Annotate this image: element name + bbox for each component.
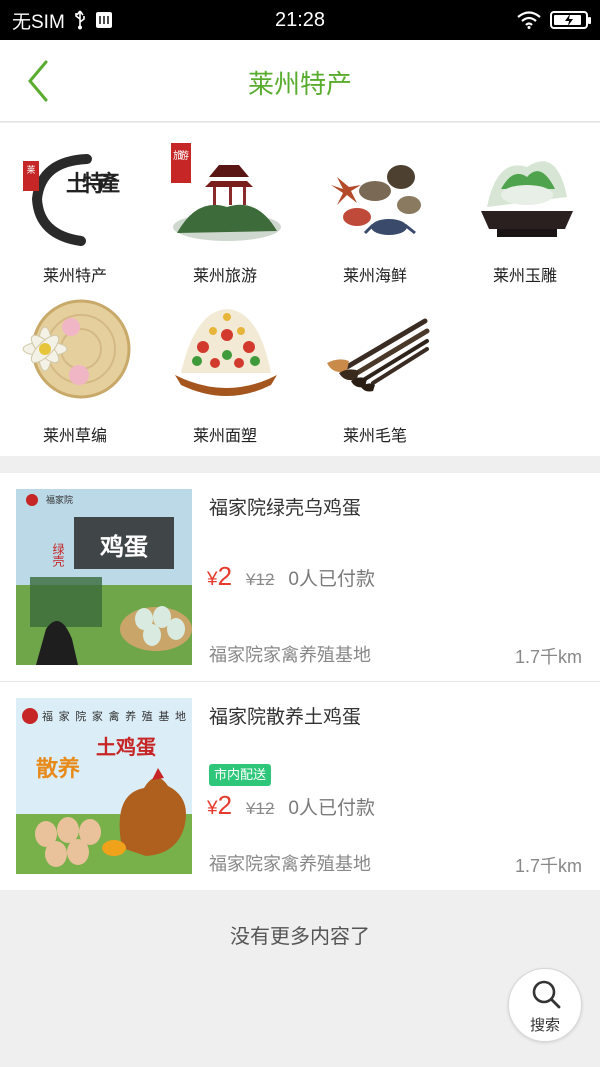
thumb-title: 土鸡蛋 <box>96 735 156 759</box>
egg-product-image: 福家院家禽养殖基地 土鸡蛋 散养 <box>16 698 192 874</box>
product-card[interactable]: 福家院家禽养殖基地 土鸡蛋 散养 福家院散养土鸡蛋 市内配送 ¥2 ¥12 0人… <box>0 682 600 890</box>
usb-icon <box>74 10 85 30</box>
category-tech[interactable]: 莱 土特產 莱州特产 <box>0 123 150 285</box>
thumb-badge: 绿壳 <box>51 542 65 568</box>
category-label: 莱州面塑 <box>192 428 257 445</box>
price-value: 2 <box>217 561 233 591</box>
currency-symbol: ¥ <box>207 798 218 819</box>
category-jade[interactable]: 莱州玉雕 <box>450 123 600 285</box>
seal-text: 莱 <box>26 164 35 176</box>
nav-header: 莱州特产 <box>0 40 600 122</box>
product-thumbnail: 福家院家禽养殖基地 土鸡蛋 散养 <box>16 698 192 874</box>
search-icon <box>532 980 561 1009</box>
brushes-image <box>327 318 430 392</box>
original-price: ¥12 <box>246 799 275 818</box>
egg-product-image: 鸡蛋 福家院 绿壳 <box>16 489 192 665</box>
original-price: ¥12 <box>246 570 275 589</box>
jade-carving-image <box>481 161 573 237</box>
distance: 1.7千km <box>514 856 582 876</box>
price-value: 2 <box>217 790 233 820</box>
category-grid: 莱 土特產 莱州特产 旅游 莱州旅游 莱州海鲜 莱州玉雕 莱州草编 莱州面塑 莱… <box>0 123 600 456</box>
category-label: 莱州毛笔 <box>342 428 407 445</box>
paid-count: 0人已付款 <box>288 798 375 819</box>
status-bar: 无SIM 21:28 <box>0 0 600 40</box>
thumb-title: 鸡蛋 <box>99 532 148 561</box>
distance: 1.7千km <box>514 647 582 667</box>
tuteChan-calligraphy-image: 莱 土特產 <box>23 154 120 246</box>
price-row: ¥2 ¥12 0人已付款 <box>207 561 375 592</box>
search-label: 搜索 <box>529 1017 560 1034</box>
category-label: 莱州草编 <box>42 428 107 445</box>
no-more-content: 没有更多内容了 <box>230 926 370 948</box>
debug-icon <box>95 12 112 28</box>
category-seafood[interactable]: 莱州海鲜 <box>300 123 450 285</box>
dough-sculpture-image <box>175 309 277 396</box>
delivery-badge: 市内配送 <box>209 764 272 786</box>
product-name: 福家院绿壳乌鸡蛋 <box>209 498 362 519</box>
battery-icon <box>550 11 591 29</box>
seal-text: 旅游 <box>173 149 189 162</box>
product-name: 福家院散养土鸡蛋 <box>209 707 362 728</box>
seafood-image <box>331 165 421 235</box>
currency-symbol: ¥ <box>207 569 218 590</box>
category-dough[interactable]: 莱州面塑 <box>150 283 300 445</box>
product-thumbnail: 鸡蛋 福家院 绿壳 <box>16 489 192 665</box>
paid-count: 0人已付款 <box>288 569 375 590</box>
category-travel[interactable]: 旅游 莱州旅游 <box>150 123 300 285</box>
category-label: 莱州玉雕 <box>492 268 557 285</box>
shop-name: 福家院家禽养殖基地 <box>209 854 371 874</box>
category-brush[interactable]: 莱州毛笔 <box>300 283 450 445</box>
thumb-brand: 福家院 <box>46 494 73 506</box>
shop-name: 福家院家禽养殖基地 <box>209 645 371 665</box>
wifi-icon <box>517 11 541 29</box>
price: ¥2 <box>207 561 232 592</box>
carrier-label: 无SIM <box>12 11 65 33</box>
straw-weaving-image <box>22 299 131 399</box>
status-left: 无SIM <box>12 7 113 34</box>
thumb-badge: 散养 <box>36 756 80 782</box>
price: ¥2 <box>207 790 232 821</box>
page-title: 莱州特产 <box>247 69 352 99</box>
category-straw[interactable]: 莱州草编 <box>0 283 150 445</box>
thumb-brand: 福家院家禽养殖基地 <box>42 709 186 723</box>
price-row: ¥2 ¥12 0人已付款 <box>207 790 375 821</box>
search-button[interactable]: 搜索 <box>508 968 582 1042</box>
pavilion-landscape-image: 旅游 <box>171 143 281 241</box>
product-card[interactable]: 鸡蛋 福家院 绿壳 福家院绿壳乌鸡蛋 ¥2 ¥12 0人已付款 福家院家禽养殖基… <box>0 473 600 681</box>
status-right <box>516 11 591 29</box>
charging-icon <box>565 14 573 26</box>
calligraphy-text: 土特產 <box>66 171 120 197</box>
